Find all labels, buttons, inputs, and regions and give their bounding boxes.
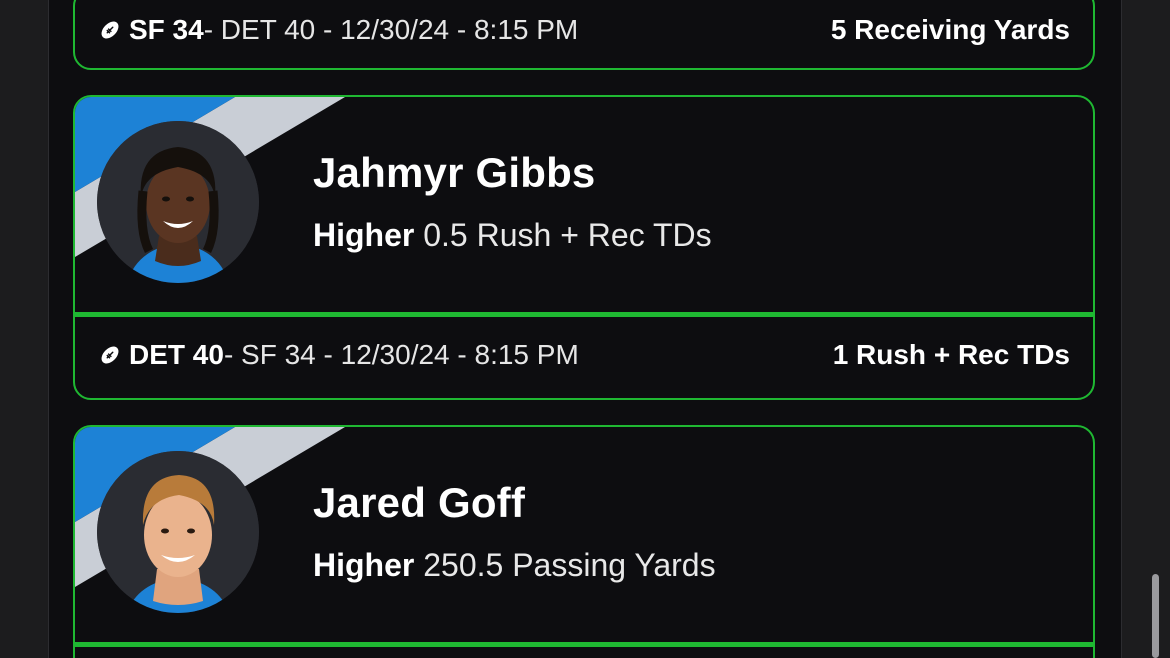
game-info-row: SF 34 - DET 40 - 12/30/24 - 8:15 PM 5 Re… (75, 0, 1093, 68)
pick-line: Higher 0.5 Rush + Rec TDs (313, 217, 712, 254)
game-info: DET 40 - SF 34 - 12/30/24 - 8:15 PM (99, 339, 579, 371)
pick-card[interactable]: Jahmyr Gibbs Higher 0.5 Rush + Rec TDs D… (73, 95, 1095, 400)
game-info: SF 34 - DET 40 - 12/30/24 - 8:15 PM (99, 14, 578, 46)
card-divider (75, 642, 1093, 647)
pick-stat: 0.5 Rush + Rec TDs (414, 217, 712, 253)
player-headshot (97, 451, 259, 613)
game-details: - SF 34 - 12/30/24 - 8:15 PM (223, 339, 579, 370)
player-headshot (97, 121, 259, 283)
player-name: Jared Goff (313, 479, 526, 526)
scrollbar-thumb[interactable] (1152, 574, 1159, 658)
pick-card[interactable]: SF 34 - DET 40 - 12/30/24 - 8:15 PM 5 Re… (73, 0, 1095, 70)
pick-line: Higher 250.5 Passing Yards (313, 547, 716, 584)
pick-card[interactable]: Jared Goff Higher 250.5 Passing Yards (73, 425, 1095, 658)
player-name: Jahmyr Gibbs (313, 149, 596, 196)
team-score: DET 40 (129, 339, 224, 370)
team-score: SF 34 (129, 14, 204, 45)
player-header: Jared Goff Higher 250.5 Passing Yards (75, 427, 1093, 642)
pick-direction: Higher (313, 217, 415, 253)
game-info-row: DET 40 - SF 34 - 12/30/24 - 8:15 PM 1 Ru… (75, 317, 1093, 397)
football-icon (101, 346, 119, 364)
player-header: Jahmyr Gibbs Higher 0.5 Rush + Rec TDs (75, 97, 1093, 312)
stat-result: 1 Rush + Rec TDs (832, 339, 1070, 370)
pick-stat: 250.5 Passing Yards (414, 547, 716, 583)
entries-panel: SF 34 - DET 40 - 12/30/24 - 8:15 PM 5 Re… (48, 0, 1122, 658)
game-details: - DET 40 - 12/30/24 - 8:15 PM (203, 14, 579, 45)
stat-result: 5 Receiving Yards (830, 14, 1070, 45)
football-icon (101, 21, 119, 39)
pick-direction: Higher (313, 547, 415, 583)
